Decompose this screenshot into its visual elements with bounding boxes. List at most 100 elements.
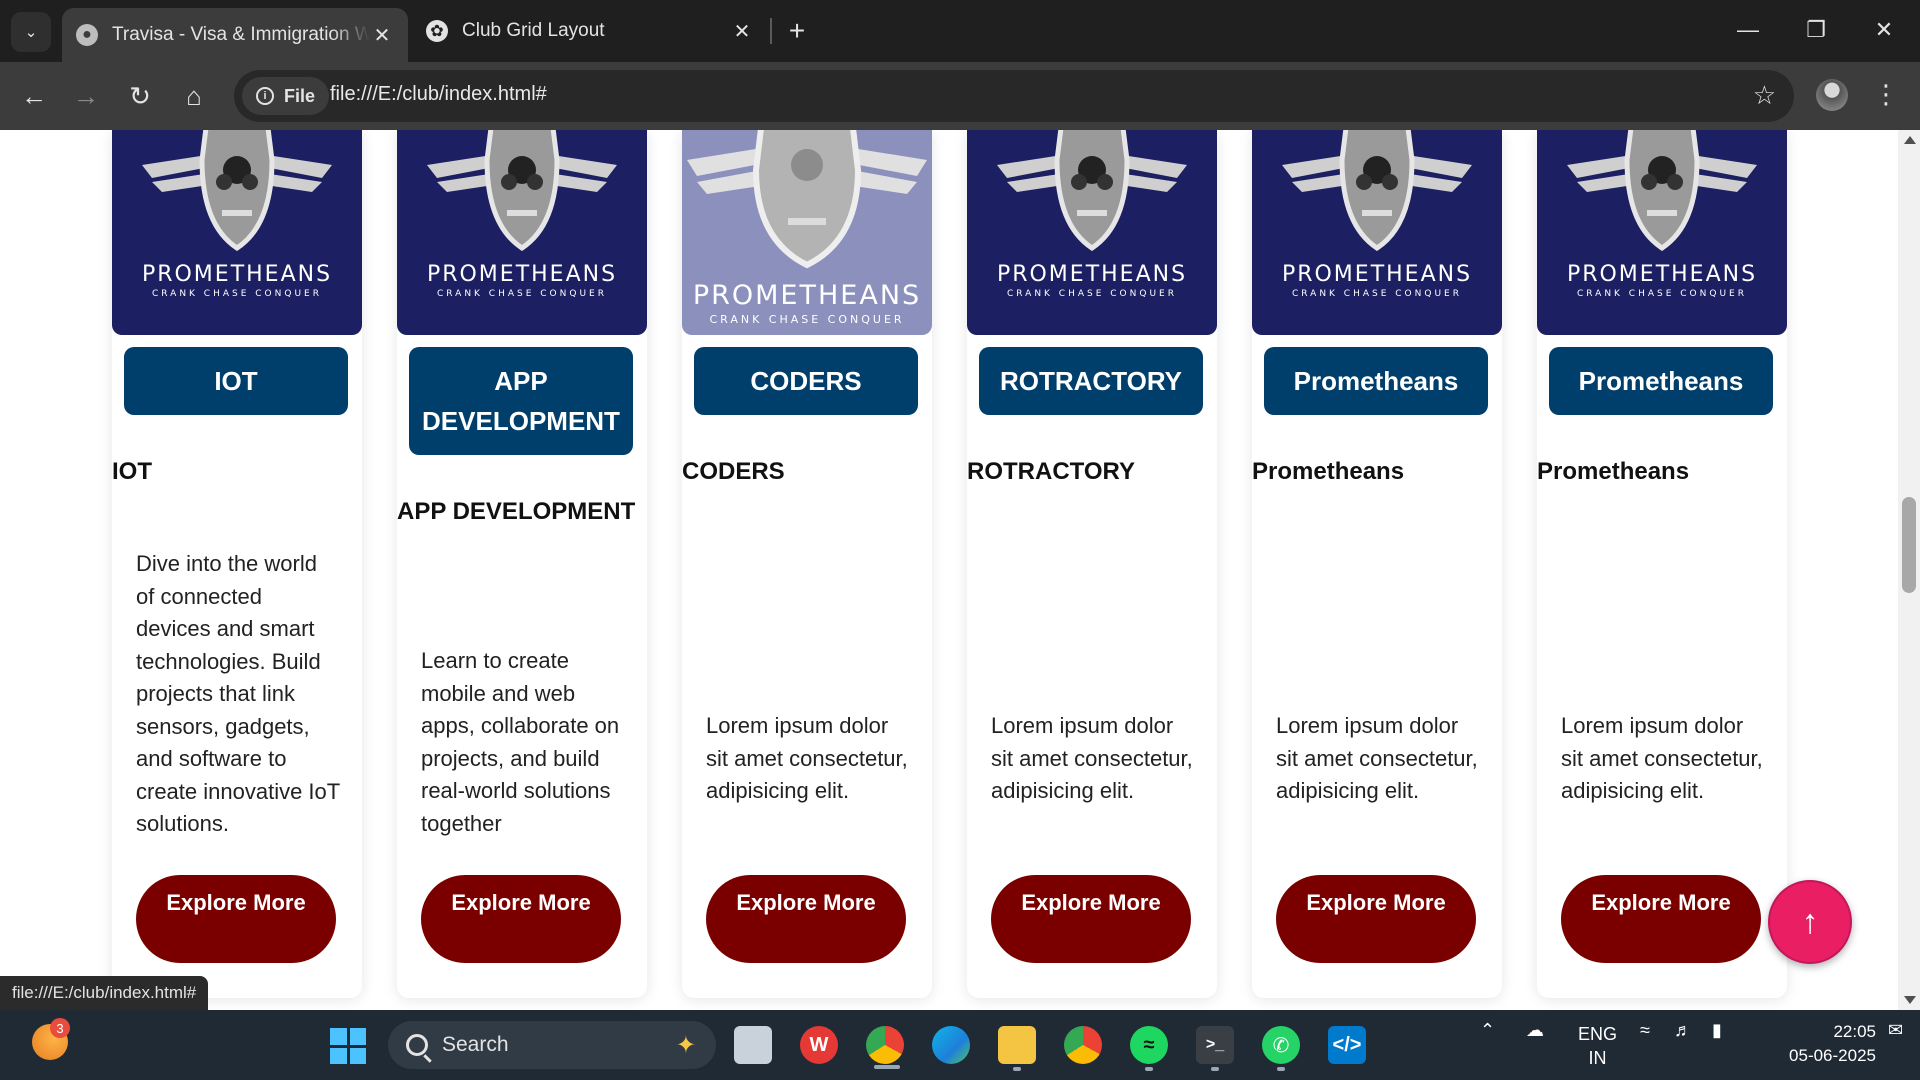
- shield-wings-logo-icon: [1282, 130, 1472, 251]
- club-card: PROMETHEANS CRANK CHASE CONQUER CODERS C…: [682, 130, 932, 998]
- bookmark-star-icon[interactable]: ☆: [1753, 80, 1776, 111]
- chrome-profile-icon[interactable]: [1064, 1026, 1102, 1064]
- club-logo: PROMETHEANS CRANK CHASE CONQUER: [112, 130, 362, 335]
- page-scrollbar[interactable]: [1898, 130, 1920, 1010]
- taskbar-search-box[interactable]: Search ✦: [388, 1021, 716, 1069]
- club-logo: PROMETHEANS CRANK CHASE CONQUER: [397, 130, 647, 335]
- logo-brand: PROMETHEANS CRANK CHASE CONQUER: [397, 262, 647, 299]
- club-description: Lorem ipsum dolor sit amet consectetur, …: [1276, 713, 1478, 803]
- spotify-icon[interactable]: ≈: [1130, 1026, 1168, 1064]
- tab-search-menu-button[interactable]: ⌄: [11, 12, 51, 52]
- logo-brand: PROMETHEANS CRANK CHASE CONQUER: [1537, 262, 1787, 299]
- windows-taskbar: 3 Search ✦ W ≈ >_ ✆ </>: [0, 1010, 1920, 1080]
- new-tab-button[interactable]: +: [780, 14, 814, 48]
- scroll-down-arrow-icon[interactable]: [1904, 996, 1916, 1004]
- club-heading: Prometheans: [1537, 458, 1690, 485]
- shield-wings-logo-icon: [1567, 130, 1757, 251]
- close-icon[interactable]: ✕: [730, 19, 754, 44]
- whatsapp-icon[interactable]: ✆: [1262, 1026, 1300, 1064]
- logo-brand: PROMETHEANS CRANK CHASE CONQUER: [967, 262, 1217, 299]
- scroll-up-arrow-icon[interactable]: [1904, 136, 1916, 144]
- logo-name: PROMETHEANS: [1281, 262, 1473, 287]
- logo-name: PROMETHEANS: [996, 262, 1188, 287]
- site-info-label: File: [284, 85, 316, 106]
- edge-icon[interactable]: [932, 1026, 970, 1064]
- notification-bell-icon[interactable]: ✉: [1888, 1020, 1903, 1041]
- wps-office-icon[interactable]: W: [800, 1026, 838, 1064]
- home-button[interactable]: ⌂: [174, 76, 214, 116]
- close-icon: ✕: [1874, 17, 1894, 42]
- club-title-pill: Prometheans: [1264, 347, 1488, 415]
- close-window-button[interactable]: ✕: [1856, 12, 1912, 48]
- windows-start-icon[interactable]: [330, 1028, 366, 1064]
- forward-button[interactable]: →: [66, 76, 106, 116]
- restore-button[interactable]: ❐: [1788, 12, 1844, 48]
- shield-wings-logo-icon: [997, 130, 1187, 251]
- tab-title: Club Grid Layout: [462, 20, 605, 41]
- tab-separator: [770, 18, 772, 44]
- minimize-icon: —: [1737, 17, 1759, 42]
- input-language-indicator[interactable]: ENG IN: [1578, 1022, 1617, 1070]
- logo-tagline: CRANK CHASE CONQUER: [1576, 289, 1747, 299]
- copilot-sparkle-icon: ✦: [675, 1032, 696, 1059]
- club-card: PROMETHEANS CRANK CHASE CONQUER ROTRACTO…: [967, 130, 1217, 998]
- logo-tagline: CRANK CHASE CONQUER: [151, 289, 322, 299]
- scrollbar-thumb[interactable]: [1902, 497, 1916, 593]
- chevron-up-icon[interactable]: ⌃: [1480, 1020, 1495, 1041]
- system-clock[interactable]: 22:05 05-06-2025: [1760, 1020, 1876, 1068]
- back-button[interactable]: ←: [14, 76, 54, 116]
- tab-title: Travisa - Visa & Immigration W: [112, 24, 370, 45]
- explore-more-button[interactable]: Explore More: [706, 875, 906, 963]
- onedrive-cloud-icon[interactable]: ☁: [1526, 1020, 1544, 1041]
- language-line1: ENG: [1578, 1024, 1618, 1044]
- search-icon: [406, 1034, 428, 1056]
- logo-name: PROMETHEANS: [426, 262, 618, 287]
- minimize-button[interactable]: —: [1720, 12, 1776, 48]
- logo-name: PROMETHEANS: [141, 262, 333, 287]
- club-title-pill: ROTRACTORY: [979, 347, 1203, 415]
- terminal-icon[interactable]: >_: [1196, 1026, 1234, 1064]
- site-info-chip[interactable]: i File: [242, 77, 330, 115]
- explore-more-button[interactable]: Explore More: [991, 875, 1191, 963]
- club-title-pill: APP DEVELOPMENT: [409, 347, 633, 455]
- home-icon: ⌂: [186, 80, 202, 111]
- profile-avatar[interactable]: [1816, 79, 1848, 111]
- browser-toolbar: ← → ↻ ⌂ i File file:///E:/club/index.htm…: [0, 62, 1920, 130]
- close-icon[interactable]: ✕: [370, 23, 394, 48]
- reload-button[interactable]: ↻: [120, 76, 160, 116]
- tab-club-grid-layout[interactable]: ✿ Club Grid Layout ✕: [412, 8, 768, 54]
- club-logo: PROMETHEANS CRANK CHASE CONQUER: [967, 130, 1217, 335]
- vscode-icon[interactable]: </>: [1328, 1026, 1366, 1064]
- logo-brand: PROMETHEANS CRANK CHASE CONQUER: [112, 262, 362, 299]
- back-to-top-button[interactable]: ↑: [1768, 880, 1852, 964]
- club-logo: PROMETHEANS CRANK CHASE CONQUER: [1537, 130, 1787, 335]
- club-description: Lorem ipsum dolor sit amet consectetur, …: [706, 713, 908, 803]
- logo-tagline: CRANK CHASE CONQUER: [1006, 289, 1177, 299]
- globe-icon: ●: [76, 24, 98, 46]
- clock-time: 22:05: [1833, 1022, 1876, 1041]
- reload-icon: ↻: [129, 80, 151, 111]
- task-view-icon[interactable]: [734, 1026, 772, 1064]
- explore-more-button[interactable]: Explore More: [421, 875, 621, 963]
- explore-more-button[interactable]: Explore More: [1276, 875, 1476, 963]
- wifi-icon[interactable]: ≈: [1640, 1020, 1650, 1041]
- browser-menu-button[interactable]: ⋮: [1873, 76, 1899, 112]
- address-bar[interactable]: i File file:///E:/club/index.html# ☆: [234, 70, 1794, 122]
- file-explorer-icon[interactable]: [998, 1026, 1036, 1064]
- tab-travisa[interactable]: ● Travisa - Visa & Immigration W ✕: [62, 8, 408, 62]
- link-status-bubble: file:///E:/club/index.html#: [0, 976, 209, 1010]
- club-logo: PROMETHEANS CRANK CHASE CONQUER: [1252, 130, 1502, 335]
- logo-brand: PROMETHEANS CRANK CHASE CONQUER: [682, 280, 932, 326]
- url-text[interactable]: file:///E:/club/index.html#: [330, 83, 547, 106]
- club-heading: CODERS: [682, 458, 785, 485]
- volume-icon[interactable]: ♬: [1674, 1020, 1692, 1041]
- page-viewport: PROMETHEANS CRANK CHASE CONQUER IOT IOT …: [0, 130, 1898, 1010]
- running-app-indicator: [1013, 1067, 1021, 1071]
- logo-tagline: CRANK CHASE CONQUER: [436, 289, 607, 299]
- active-app-indicator: [874, 1065, 900, 1069]
- explore-more-button[interactable]: Explore More: [136, 875, 336, 963]
- battery-icon[interactable]: ▮: [1712, 1020, 1722, 1041]
- chrome-icon[interactable]: [866, 1026, 904, 1064]
- plus-icon: +: [788, 15, 806, 46]
- explore-more-button[interactable]: Explore More: [1561, 875, 1761, 963]
